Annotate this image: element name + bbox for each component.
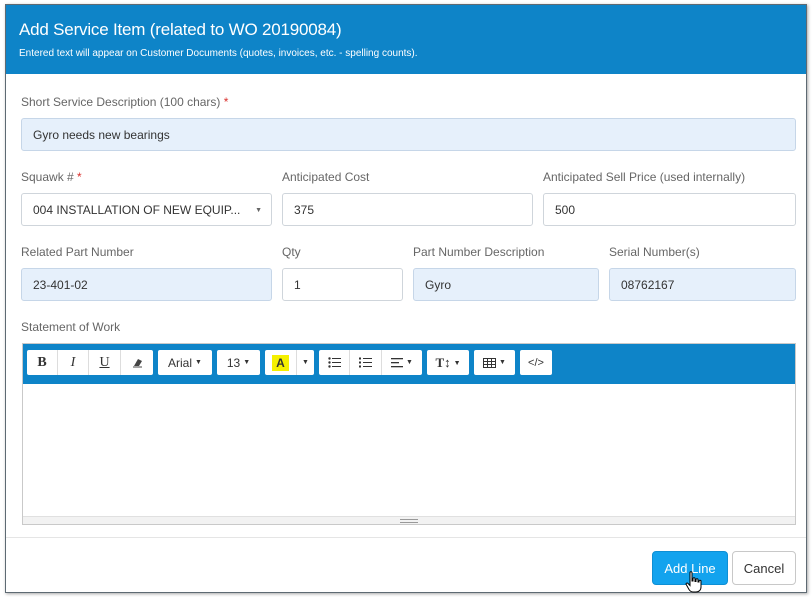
line-height-icon: T↕ bbox=[435, 354, 451, 370]
caret-down-icon: ▼ bbox=[243, 359, 251, 366]
caret-down-icon: ▼ bbox=[499, 359, 506, 366]
color-dropdown-toggle[interactable]: ▼ bbox=[297, 350, 314, 375]
qty-input[interactable]: 1 bbox=[282, 268, 403, 301]
eraser-icon bbox=[132, 359, 142, 368]
underline-button[interactable]: U bbox=[89, 350, 121, 375]
style-button-group: B I U bbox=[27, 350, 153, 375]
table-icon bbox=[483, 357, 497, 368]
add-service-item-dialog: Add Service Item (related to WO 20190084… bbox=[5, 4, 807, 593]
align-left-icon bbox=[391, 357, 404, 367]
anticipated-cost-label: Anticipated Cost bbox=[282, 170, 370, 184]
code-icon: </> bbox=[528, 356, 544, 369]
bullet-list-icon bbox=[327, 357, 341, 368]
statement-of-work-label: Statement of Work bbox=[21, 320, 121, 334]
related-part-number-input[interactable]: 23-401-02 bbox=[21, 268, 272, 301]
line-height-dropdown[interactable]: T↕ ▼ bbox=[427, 350, 469, 375]
serial-numbers-input[interactable]: 08762167 bbox=[609, 268, 796, 301]
code-view-button[interactable]: </> bbox=[520, 350, 552, 375]
caret-down-icon: ▼ bbox=[453, 358, 461, 367]
color-button-group: A ▼ bbox=[265, 350, 314, 375]
caret-down-icon: ▼ bbox=[195, 359, 202, 366]
serial-numbers-label: Serial Number(s) bbox=[609, 245, 700, 259]
anticipated-sell-price-input[interactable]: 500 bbox=[543, 193, 796, 226]
cancel-button[interactable]: Cancel bbox=[732, 551, 796, 585]
hand-pointer-cursor-icon bbox=[685, 571, 702, 593]
statement-of-work-editor: B I U Arial ▼ 13 ▼ A ▼ ▼ T↕ ▼ ▼ </> bbox=[22, 343, 796, 525]
related-part-number-label: Related Part Number bbox=[21, 245, 134, 259]
bold-button[interactable]: B bbox=[27, 350, 58, 375]
unordered-list-button[interactable] bbox=[319, 350, 350, 375]
chevron-down-icon: ▼ bbox=[255, 207, 262, 214]
paragraph-button-group: ▼ bbox=[319, 350, 422, 375]
squawk-select[interactable]: 004 INSTALLATION OF NEW EQUIP... ▼ bbox=[21, 193, 272, 226]
required-marker: * bbox=[77, 170, 82, 184]
editor-toolbar: B I U Arial ▼ 13 ▼ A ▼ ▼ T↕ ▼ ▼ </> bbox=[23, 344, 795, 384]
caret-down-icon: ▼ bbox=[406, 359, 413, 366]
part-number-description-input[interactable]: Gyro bbox=[413, 268, 599, 301]
italic-button[interactable]: I bbox=[58, 350, 89, 375]
footer-divider bbox=[6, 537, 806, 538]
paragraph-align-dropdown[interactable]: ▼ bbox=[382, 350, 422, 375]
numbered-list-icon bbox=[359, 357, 372, 368]
dialog-subtitle: Entered text will appear on Customer Doc… bbox=[19, 48, 418, 59]
ordered-list-button[interactable] bbox=[350, 350, 382, 375]
qty-label: Qty bbox=[282, 245, 301, 259]
dialog-title: Add Service Item (related to WO 20190084… bbox=[19, 20, 342, 39]
anticipated-sell-price-label: Anticipated Sell Price (used internally) bbox=[543, 170, 746, 184]
highlight-color-icon: A bbox=[272, 354, 289, 371]
text-color-button[interactable]: A bbox=[265, 350, 297, 375]
part-number-description-label: Part Number Description bbox=[413, 245, 545, 259]
squawk-label: Squawk # * bbox=[21, 170, 82, 184]
dialog-header: Add Service Item (related to WO 20190084… bbox=[6, 5, 806, 74]
eraser-button[interactable] bbox=[121, 350, 153, 375]
table-dropdown[interactable]: ▼ bbox=[474, 350, 515, 375]
resize-grip-icon bbox=[400, 518, 418, 523]
required-marker: * bbox=[223, 95, 229, 109]
short-description-label: Short Service Description (100 chars) * bbox=[21, 95, 229, 109]
anticipated-cost-input[interactable]: 375 bbox=[282, 193, 533, 226]
short-description-input[interactable]: Gyro needs new bearings bbox=[21, 118, 796, 151]
caret-down-icon: ▼ bbox=[302, 359, 309, 366]
statement-of-work-textarea[interactable] bbox=[23, 384, 795, 518]
editor-resize-handle[interactable] bbox=[23, 516, 795, 524]
font-size-dropdown[interactable]: 13 ▼ bbox=[217, 350, 260, 375]
font-name-dropdown[interactable]: Arial ▼ bbox=[158, 350, 212, 375]
